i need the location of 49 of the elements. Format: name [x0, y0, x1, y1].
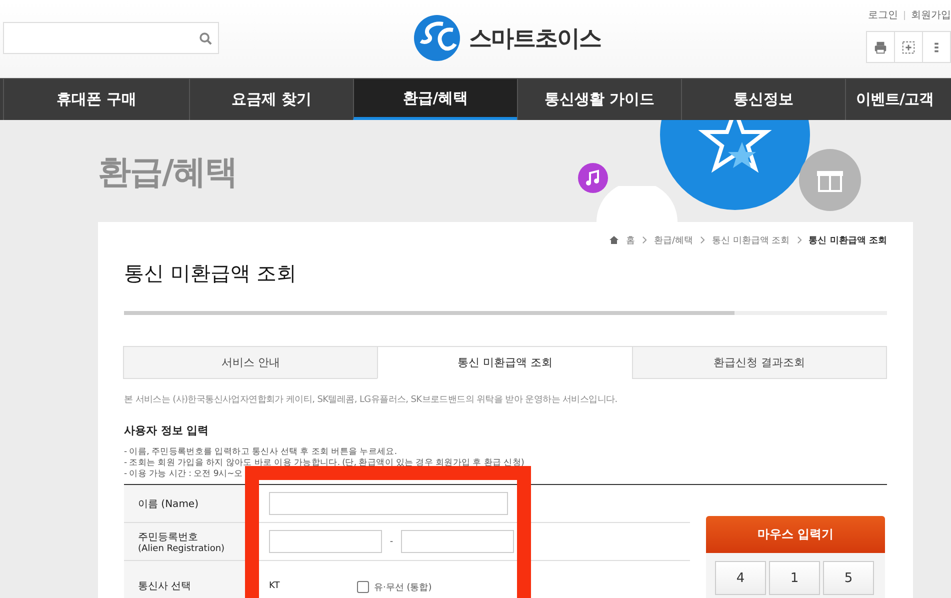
tool-button[interactable]	[866, 31, 895, 63]
tab[interactable]: 환급신청 결과조회	[632, 346, 887, 379]
section-title: 사용자 정보 입력	[124, 423, 210, 438]
key-button[interactable]: 5	[823, 561, 874, 595]
field-label: 통신사 선택	[138, 580, 192, 593]
breadcrumb-link[interactable]: 통신 미환급액 조회	[712, 234, 790, 246]
key-button[interactable]: 1	[769, 561, 820, 595]
header-link[interactable]: 회원가입	[911, 8, 951, 22]
chevron-icon	[796, 236, 802, 244]
name-input[interactable]	[269, 492, 508, 515]
field-label: 이름 (Name)	[138, 498, 200, 510]
note-text: - 조회는 회원 가입을 하지 않아도 바로 이용 가능합니다. (단, 환급액이 있는 경우 회원가입 후 환급 신청)	[124, 458, 526, 469]
dash-text: -	[388, 536, 394, 546]
header-link[interactable]: 로그인	[868, 8, 898, 22]
tab[interactable]: 통신 미환급액 조회	[377, 346, 633, 379]
carrier-name: KT	[269, 581, 281, 591]
note-text: - 이름, 주민등록번호를 입력하고 통신사 선택 후 조회 버튼을 누르세요.	[124, 447, 398, 458]
breadcrumb-link[interactable]: 환급/혜택	[654, 234, 693, 246]
print-icon	[873, 40, 888, 54]
tool-button[interactable]	[894, 31, 923, 63]
page-title: 통신 미환급액 조회	[124, 260, 298, 287]
page-banner-title: 환급/혜택	[98, 151, 238, 193]
id-input[interactable]	[401, 530, 514, 553]
tool-button[interactable]	[922, 31, 951, 63]
logo-text[interactable]: 스마트초이스	[469, 22, 601, 54]
note-text: - 이용 가능 시간 : 오전 9시~오	[124, 469, 244, 480]
logo-icon[interactable]	[413, 14, 461, 62]
chevron-icon	[700, 236, 705, 244]
intro-text: 본 서비스는 (사)한국통신사업자연합회가 케이티, SK텔레콤, LG유플러스, SK브로드밴드의 위탁을 받아 운영하는 서비스입니다.	[124, 394, 618, 406]
tab[interactable]: 서비스 안내	[123, 346, 378, 379]
checkbox[interactable]	[357, 581, 369, 593]
search-field[interactable]	[3, 22, 219, 54]
search-icon[interactable]	[199, 32, 212, 44]
plus-icon	[901, 40, 916, 54]
field-sublabel: (Alien Registration)	[138, 544, 226, 554]
nav-tab[interactable]: 환급/혜택	[353, 79, 517, 120]
music-note-icon	[578, 163, 608, 193]
keypad-title: 마우스 입력기	[706, 516, 885, 553]
breadcrumb-link[interactable]: 홈	[626, 234, 635, 246]
breadcrumb-link[interactable]: 통신 미환급액 조회	[808, 234, 887, 246]
chevron-icon	[642, 236, 647, 244]
gift-icon	[799, 149, 861, 211]
checkbox-label: 유·무선 (통합)	[374, 582, 432, 594]
field-label: 주민등록번호	[138, 530, 199, 544]
nav-tab[interactable]: 휴대폰 구매	[3, 79, 189, 120]
key-button[interactable]: 4	[715, 561, 766, 595]
id-input[interactable]	[269, 530, 382, 553]
home-icon[interactable]	[608, 235, 619, 245]
nav-tab[interactable]: 이벤트/고객	[845, 79, 950, 120]
